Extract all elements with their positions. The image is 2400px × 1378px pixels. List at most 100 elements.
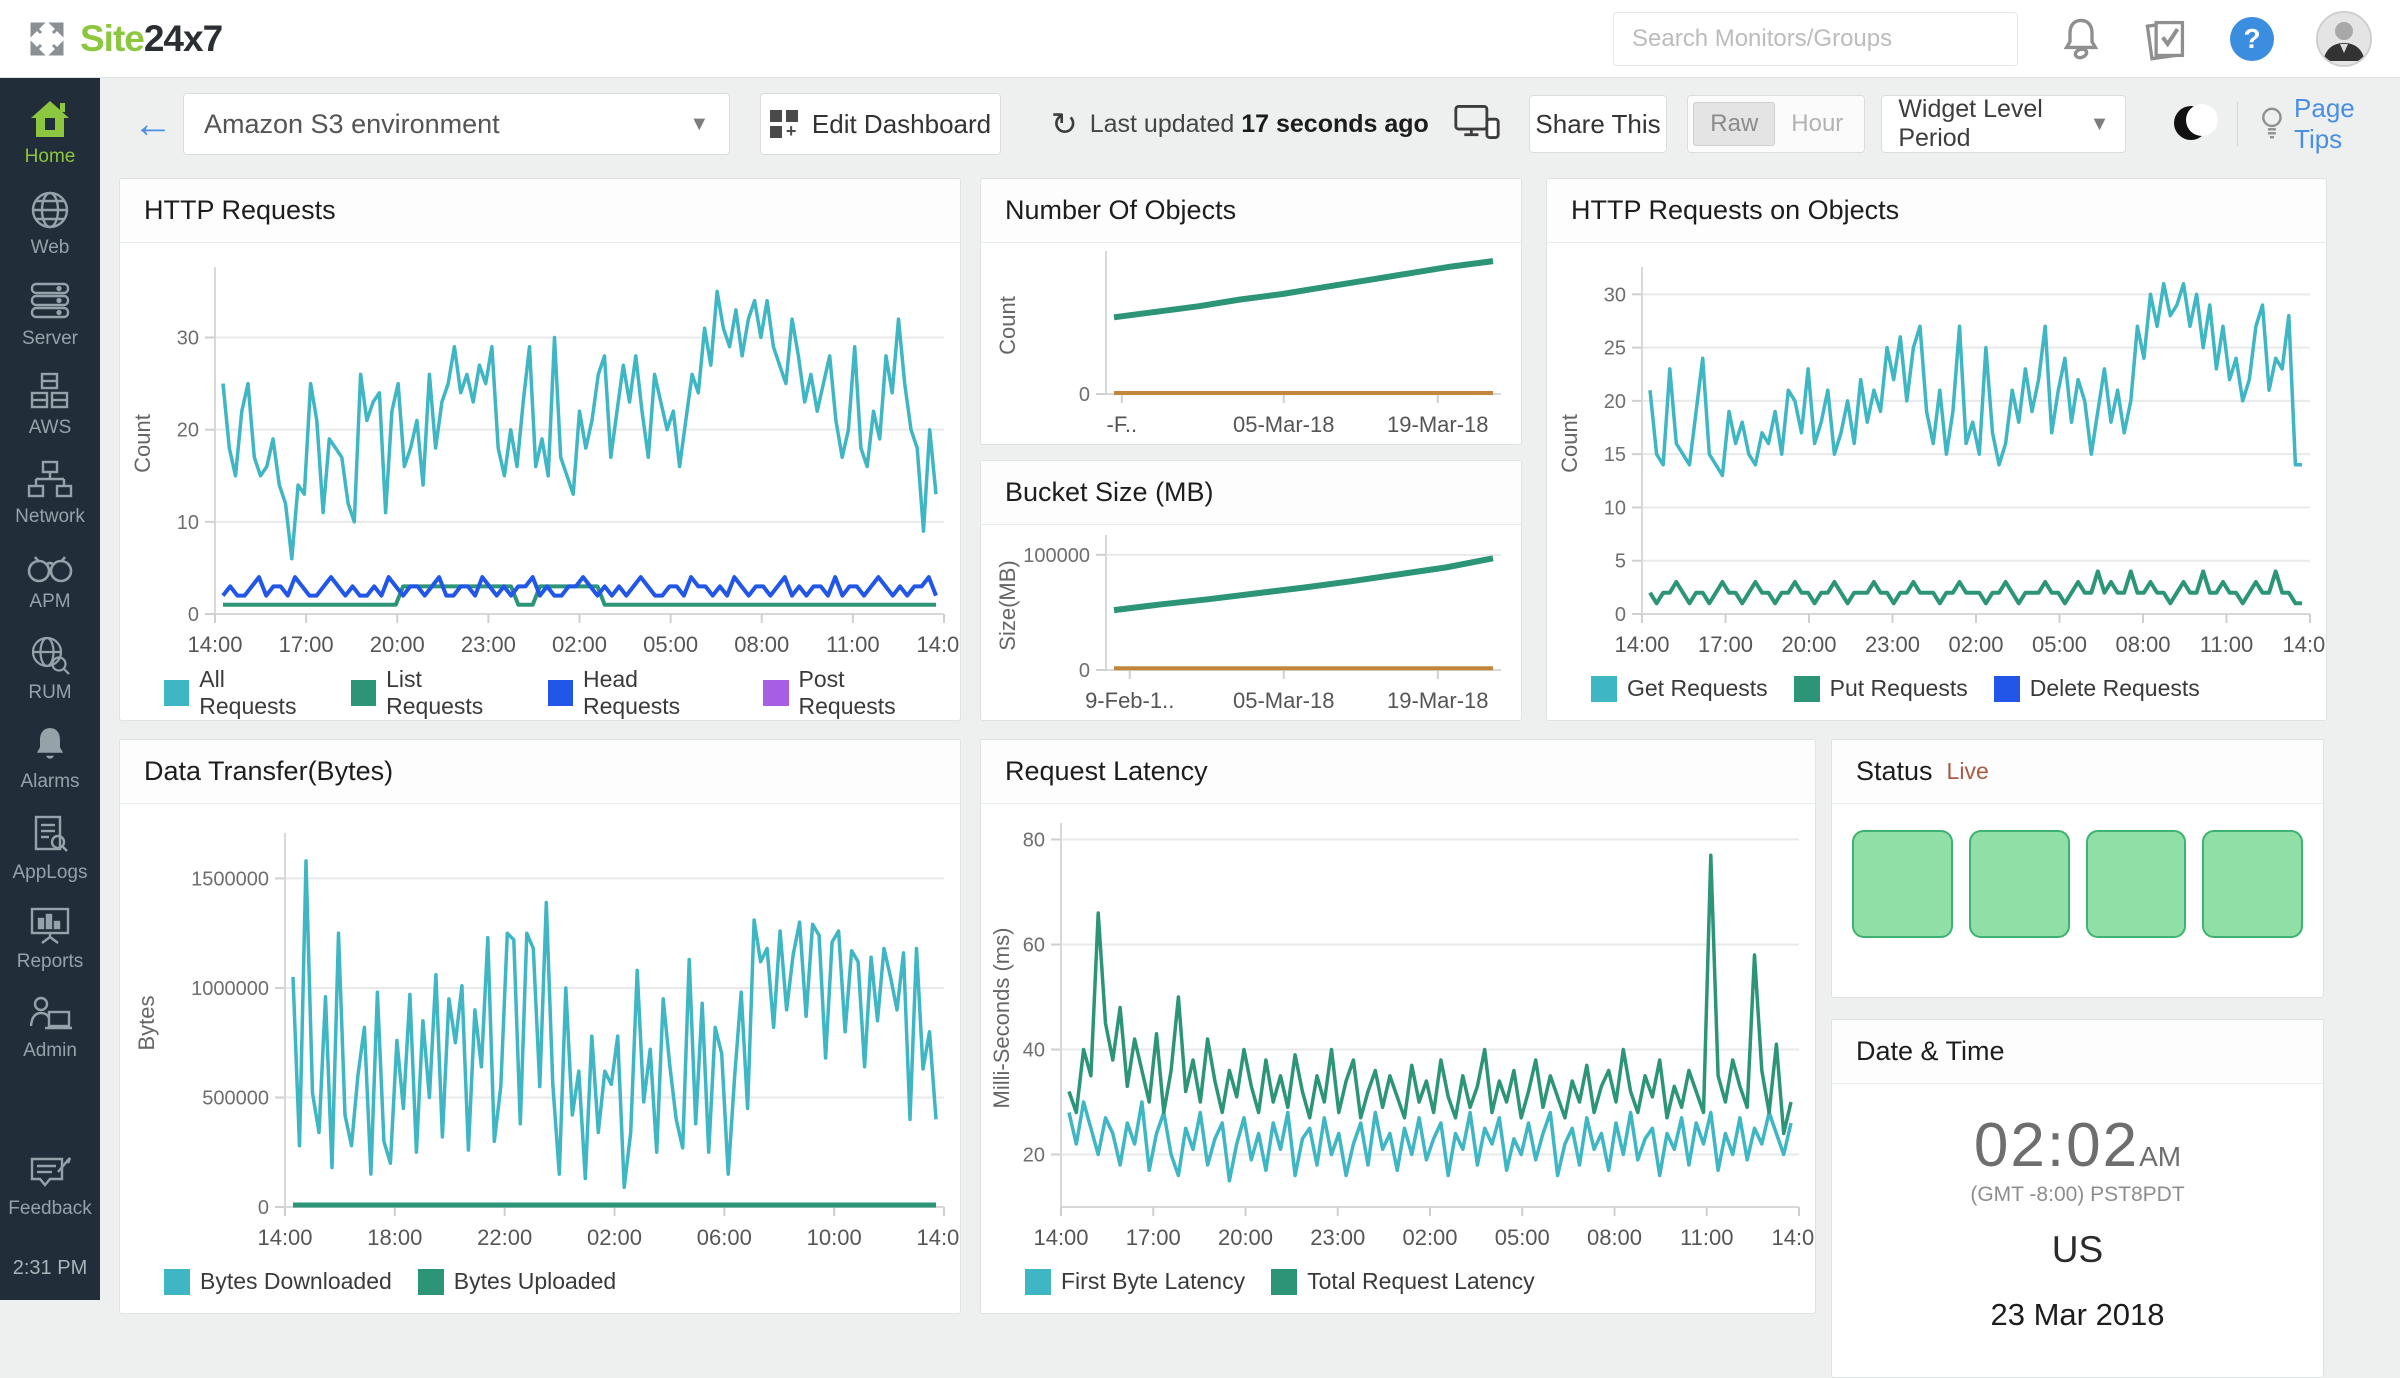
back-button[interactable]: ← bbox=[133, 104, 173, 144]
svg-text:14:00: 14:00 bbox=[916, 632, 960, 657]
legend-label: Bytes Downloaded bbox=[200, 1268, 392, 1295]
svg-text:05:00: 05:00 bbox=[2032, 632, 2087, 657]
help-icon[interactable]: ? bbox=[2230, 17, 2274, 61]
svg-text:5: 5 bbox=[1615, 551, 1626, 573]
sidebar-item-alarms[interactable]: Alarms bbox=[20, 725, 79, 793]
legend-item[interactable]: Put Requests bbox=[1794, 675, 1968, 702]
sidebar-item-applogs[interactable]: AppLogs bbox=[12, 814, 87, 884]
panel-title: Number Of Objects bbox=[981, 179, 1521, 243]
status-box[interactable] bbox=[2202, 830, 2303, 938]
main-content: ← Amazon S3 environment ▼ + Edit Dashboa… bbox=[100, 78, 2400, 1300]
legend-label: Get Requests bbox=[1627, 675, 1768, 702]
chevron-down-icon: ▼ bbox=[2090, 113, 2110, 136]
sidebar-item-label: Home bbox=[25, 146, 76, 168]
svg-text:23:00: 23:00 bbox=[1865, 632, 1920, 657]
sidebar-item-rum[interactable]: RUM bbox=[28, 634, 72, 704]
edit-dashboard-button[interactable]: + Edit Dashboard bbox=[760, 93, 1001, 155]
svg-text:17:00: 17:00 bbox=[1698, 632, 1753, 657]
sidebar-item-admin[interactable]: Admin bbox=[23, 994, 77, 1062]
widget-level-period-selector[interactable]: Widget Level Period ▼ bbox=[1881, 95, 2126, 153]
legend-swatch bbox=[1794, 676, 1820, 702]
panel-title: HTTP Requests on Objects bbox=[1547, 179, 2326, 243]
request-latency-chart[interactable]: 2040608014:0017:0020:0023:0002:0005:0008… bbox=[981, 804, 1815, 1259]
svg-text:0: 0 bbox=[1615, 604, 1626, 626]
legend-label: Put Requests bbox=[1830, 675, 1968, 702]
sidebar-item-label: Server bbox=[22, 328, 78, 350]
page-tips-link[interactable]: Page Tips bbox=[2260, 93, 2400, 155]
status-title: Status bbox=[1856, 756, 1933, 787]
expand-icon[interactable] bbox=[30, 22, 64, 56]
aws-cubes-icon bbox=[27, 371, 73, 411]
sidebar-item-label: AppLogs bbox=[12, 862, 87, 884]
dashboard-name: Amazon S3 environment bbox=[204, 109, 500, 140]
svg-text:0: 0 bbox=[1079, 384, 1090, 406]
legend-item[interactable]: Total Request Latency bbox=[1271, 1268, 1535, 1295]
status-panel: Status Live bbox=[1831, 739, 2324, 998]
sidebar-item-network[interactable]: Network bbox=[15, 460, 85, 528]
svg-text:80: 80 bbox=[1023, 830, 1045, 852]
sidebar-item-label: Network bbox=[15, 506, 85, 528]
data-transfer-chart[interactable]: 05000001000000150000014:0018:0022:0002:0… bbox=[120, 804, 960, 1259]
notification-bell-icon[interactable] bbox=[2060, 17, 2102, 61]
svg-text:Count: Count bbox=[1557, 414, 1582, 473]
sidebar-item-server[interactable]: Server bbox=[22, 280, 78, 350]
status-boxes bbox=[1832, 804, 2323, 964]
refresh-icon[interactable]: ↻ bbox=[1051, 105, 1078, 143]
status-box[interactable] bbox=[1852, 830, 1953, 938]
svg-text:02:00: 02:00 bbox=[1402, 1225, 1457, 1250]
svg-text:02:00: 02:00 bbox=[1948, 632, 2003, 657]
svg-text:02:00: 02:00 bbox=[587, 1225, 642, 1250]
legend-label: Bytes Uploaded bbox=[454, 1268, 616, 1295]
share-this-button[interactable]: Share This bbox=[1529, 95, 1667, 153]
legend-item[interactable]: Bytes Downloaded bbox=[164, 1268, 392, 1295]
svg-text:17:00: 17:00 bbox=[1126, 1225, 1181, 1250]
sidebar-item-web[interactable]: Web bbox=[29, 189, 71, 259]
dashboard-selector[interactable]: Amazon S3 environment ▼ bbox=[183, 93, 730, 155]
date-time-panel: Date & Time 02:02AM (GMT -8:00) PST8PDT … bbox=[1831, 1019, 2324, 1378]
http-requests-chart[interactable]: 010203014:0017:0020:0023:0002:0005:0008:… bbox=[120, 243, 960, 666]
top-header: Site24x7 ? bbox=[0, 0, 2400, 78]
legend-swatch bbox=[1994, 676, 2020, 702]
legend-item[interactable]: Post Requests bbox=[763, 666, 944, 720]
raw-option[interactable]: Raw bbox=[1693, 102, 1775, 146]
number-of-objects-chart[interactable]: 0-F..05-Mar-1819-Mar-18Count bbox=[981, 243, 1521, 445]
legend-item[interactable]: Delete Requests bbox=[1994, 675, 2200, 702]
svg-text:40: 40 bbox=[1023, 1040, 1045, 1062]
bucket-size-chart[interactable]: 01000009-Feb-1..05-Mar-1819-Mar-18Size(M… bbox=[981, 525, 1521, 721]
legend-item[interactable]: Bytes Uploaded bbox=[418, 1268, 616, 1295]
user-avatar[interactable] bbox=[2316, 11, 2372, 67]
status-box[interactable] bbox=[1969, 830, 2070, 938]
dark-mode-moon-icon[interactable] bbox=[2170, 104, 2207, 144]
sidebar-item-home[interactable]: Home bbox=[25, 98, 76, 168]
date-label: 23 Mar 2018 bbox=[1990, 1297, 2164, 1333]
svg-text:08:00: 08:00 bbox=[2115, 632, 2170, 657]
sidebar-item-apm[interactable]: APM bbox=[26, 549, 74, 613]
svg-text:05-Mar-18: 05-Mar-18 bbox=[1233, 412, 1334, 437]
legend-item[interactable]: First Byte Latency bbox=[1025, 1268, 1245, 1295]
svg-text:25: 25 bbox=[1604, 338, 1626, 360]
svg-text:02:00: 02:00 bbox=[552, 632, 607, 657]
date-time-body: 02:02AM (GMT -8:00) PST8PDT US 23 Mar 20… bbox=[1832, 1084, 2323, 1333]
legend-item[interactable]: Head Requests bbox=[548, 666, 738, 720]
legend-item[interactable]: All Requests bbox=[164, 666, 325, 720]
devices-icon[interactable] bbox=[1453, 102, 1501, 147]
sidebar-item-aws[interactable]: AWS bbox=[27, 371, 73, 439]
http-requests-on-objects-chart[interactable]: 05101520253014:0017:0020:0023:0002:0005:… bbox=[1547, 243, 2326, 666]
sidebar-item-reports[interactable]: Reports bbox=[17, 905, 84, 973]
hour-option[interactable]: Hour bbox=[1775, 103, 1859, 145]
legend-label: Head Requests bbox=[583, 666, 737, 720]
logo[interactable]: Site24x7 bbox=[30, 18, 222, 60]
data-transfer-panel: Data Transfer(Bytes) 0500000100000015000… bbox=[119, 739, 961, 1314]
svg-text:30: 30 bbox=[1604, 284, 1626, 306]
panel-title: Status Live bbox=[1832, 740, 2323, 804]
search-input[interactable] bbox=[1613, 12, 2018, 66]
sidebar-item-feedback[interactable]: Feedback bbox=[8, 1154, 91, 1220]
legend-item[interactable]: Get Requests bbox=[1591, 675, 1768, 702]
sidebar-item-label: Alarms bbox=[20, 771, 79, 793]
status-box[interactable] bbox=[2086, 830, 2187, 938]
svg-text:9-Feb-1..: 9-Feb-1.. bbox=[1085, 688, 1174, 713]
tasks-icon[interactable] bbox=[2144, 16, 2188, 62]
legend-item[interactable]: List Requests bbox=[351, 666, 522, 720]
sidebar-item-label: Reports bbox=[17, 951, 84, 973]
dashboard-toolbar: ← Amazon S3 environment ▼ + Edit Dashboa… bbox=[100, 78, 2400, 170]
